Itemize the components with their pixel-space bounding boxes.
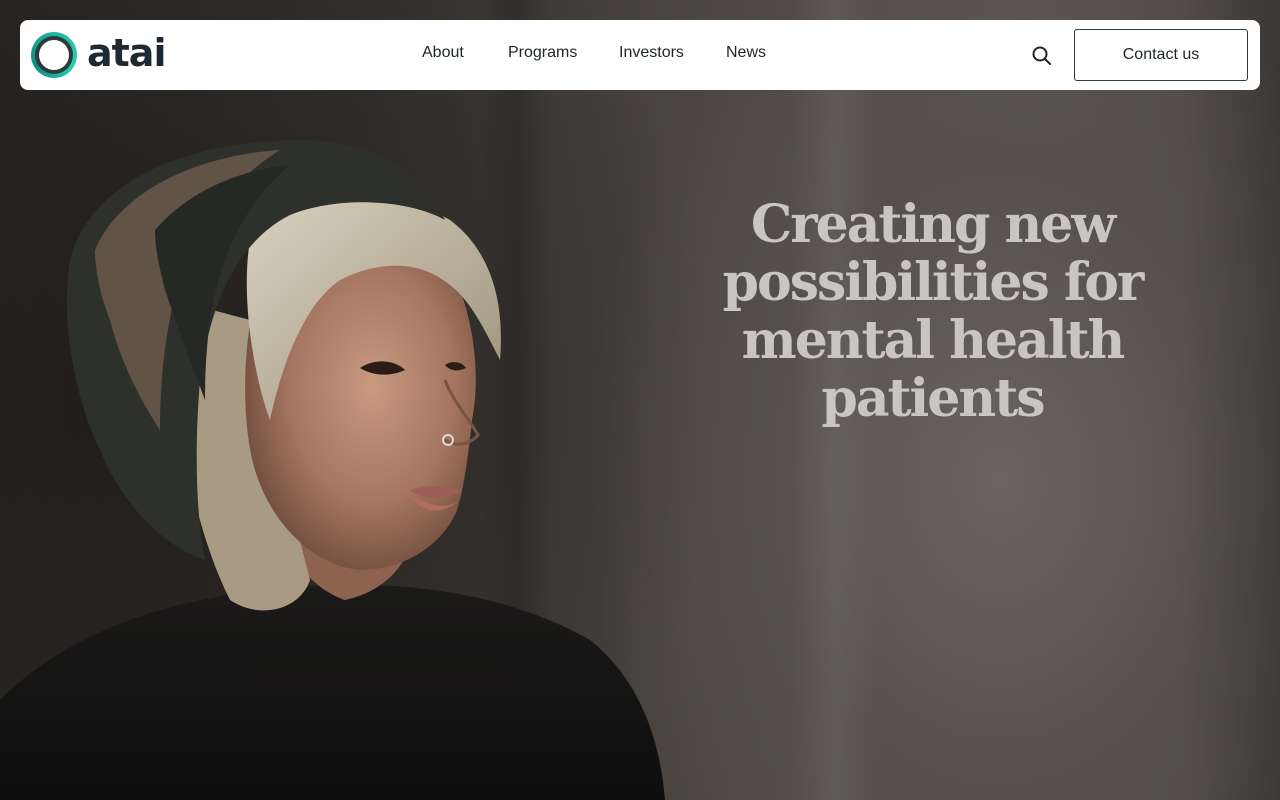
- nav-item-programs[interactable]: Programs: [508, 44, 577, 62]
- hero-headline: Creating new possibilities for mental he…: [722, 194, 1145, 429]
- contact-us-button[interactable]: Contact us: [1074, 29, 1248, 81]
- nav-item-about[interactable]: About: [422, 44, 464, 62]
- site-header: atai About Programs Investors News Conta…: [20, 20, 1260, 90]
- logo-ring-icon: [31, 32, 77, 78]
- nav-item-investors[interactable]: Investors: [619, 44, 684, 62]
- nav-item-news[interactable]: News: [726, 44, 766, 62]
- background-fold: [1180, 0, 1280, 800]
- atai-logo[interactable]: atai: [31, 30, 166, 80]
- search-button[interactable]: [1030, 44, 1054, 68]
- logo-wordmark: atai: [87, 31, 166, 75]
- hero-portrait-image: [0, 0, 720, 800]
- search-icon: [1032, 46, 1051, 65]
